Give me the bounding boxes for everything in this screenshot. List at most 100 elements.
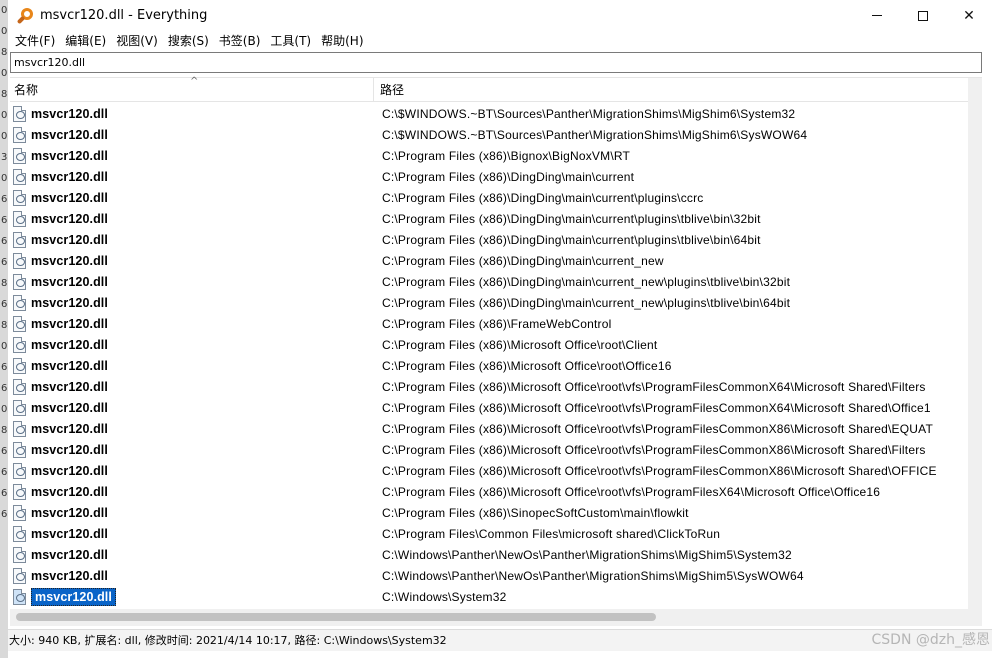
result-file-name: msvcr120.dll [31,547,108,562]
result-path-cell[interactable]: C:\Windows\Panther\NewOs\Panther\Migrati… [374,569,968,583]
result-path-cell[interactable]: C:\Program Files (x86)\Microsoft Office\… [374,401,968,415]
result-row[interactable]: msvcr120.dll C:\Program Files (x86)\DingD… [10,166,968,187]
menu-item[interactable]: 书签(B) [214,31,266,51]
result-path-cell[interactable]: C:\Program Files (x86)\DingDing\main\cur… [374,254,968,268]
result-row[interactable]: msvcr120.dll C:\Program Files (x86)\Micro… [10,376,968,397]
result-row[interactable]: msvcr120.dll C:\Program Files (x86)\Micro… [10,334,968,355]
result-path-cell[interactable]: C:\Windows\Panther\NewOs\Panther\Migrati… [374,548,968,562]
close-icon: ✕ [963,7,975,24]
result-row[interactable]: msvcr120.dll C:\Program Files (x86)\Micro… [10,355,968,376]
result-name-cell[interactable]: msvcr120.dll [10,418,374,439]
result-name-cell[interactable]: msvcr120.dll [10,271,374,292]
dll-file-icon [13,294,26,311]
menu-item[interactable]: 搜索(S) [163,31,214,51]
result-row[interactable]: msvcr120.dll C:\Program Files (x86)\DingD… [10,187,968,208]
result-path-cell[interactable]: C:\Program Files (x86)\DingDing\main\cur… [374,275,968,289]
close-button[interactable]: ✕ [946,0,992,31]
minimize-button[interactable] [854,0,900,31]
result-file-name: msvcr120.dll [31,358,108,373]
result-path-cell[interactable]: C:\Program Files (x86)\SinopecSoftCustom… [374,506,968,520]
result-name-cell[interactable]: msvcr120.dll [10,586,374,607]
menu-item[interactable]: 文件(F) [10,31,60,51]
result-path-cell[interactable]: C:\Program Files (x86)\Microsoft Office\… [374,443,968,457]
result-row[interactable]: msvcr120.dll C:\Program Files (x86)\Micro… [10,481,968,502]
result-row[interactable]: msvcr120.dll C:\Program Files (x86)\Bigno… [10,145,968,166]
horizontal-scrollbar[interactable] [10,609,982,626]
result-path-cell[interactable]: C:\Program Files (x86)\Microsoft Office\… [374,338,968,352]
result-name-cell[interactable]: msvcr120.dll [10,292,374,313]
result-path-cell[interactable]: C:\Program Files (x86)\Microsoft Office\… [374,485,968,499]
result-row[interactable]: msvcr120.dll C:\Program Files (x86)\DingD… [10,292,968,313]
menu-item[interactable]: 视图(V) [111,31,163,51]
result-row[interactable]: msvcr120.dll C:\Program Files (x86)\DingD… [10,229,968,250]
result-row[interactable]: msvcr120.dll C:\$WINDOWS.~BT\Sources\Pant… [10,124,968,145]
result-path-cell[interactable]: C:\$WINDOWS.~BT\Sources\Panther\Migratio… [374,128,968,142]
result-name-cell[interactable]: msvcr120.dll [10,502,374,523]
result-row[interactable]: msvcr120.dll C:\Program Files (x86)\DingD… [10,271,968,292]
result-name-cell[interactable]: msvcr120.dll [10,376,374,397]
result-path-cell[interactable]: C:\Program Files (x86)\Bignox\BigNoxVM\R… [374,149,968,163]
result-row[interactable]: msvcr120.dll C:\Program Files (x86)\DingD… [10,250,968,271]
menu-item[interactable]: 工具(T) [265,31,316,51]
result-path-cell[interactable]: C:\Program Files (x86)\Microsoft Office\… [374,380,968,394]
result-row-selected[interactable]: msvcr120.dll C:\Windows\System32 [10,586,968,607]
result-name-cell[interactable]: msvcr120.dll [10,523,374,544]
result-name-cell[interactable]: msvcr120.dll [10,103,374,124]
result-name-cell[interactable]: msvcr120.dll [10,460,374,481]
search-input[interactable] [14,53,981,72]
horizontal-scrollbar-thumb[interactable] [16,613,656,621]
vertical-scrollbar[interactable] [968,78,982,609]
result-name-cell[interactable]: msvcr120.dll [10,544,374,565]
background-digit: 6 [1,215,8,226]
result-path-cell[interactable]: C:\Program Files (x86)\DingDing\main\cur… [374,170,968,184]
result-row[interactable]: msvcr120.dll C:\Windows\Panther\NewOs\Pan… [10,565,968,586]
result-row[interactable]: msvcr120.dll C:\Program Files (x86)\Micro… [10,460,968,481]
result-name-cell[interactable]: msvcr120.dll [10,313,374,334]
result-name-cell[interactable]: msvcr120.dll [10,229,374,250]
result-name-cell[interactable]: msvcr120.dll [10,355,374,376]
result-name-cell[interactable]: msvcr120.dll [10,208,374,229]
result-path-cell[interactable]: C:\Program Files (x86)\DingDing\main\cur… [374,191,968,205]
result-name-cell[interactable]: msvcr120.dll [10,166,374,187]
result-name-cell[interactable]: msvcr120.dll [10,145,374,166]
result-name-cell[interactable]: msvcr120.dll [10,187,374,208]
result-row[interactable]: msvcr120.dll C:\Program Files (x86)\Frame… [10,313,968,334]
result-name-cell[interactable]: msvcr120.dll [10,250,374,271]
result-row[interactable]: msvcr120.dll C:\Program Files (x86)\Micro… [10,418,968,439]
result-path-cell[interactable]: C:\Program Files (x86)\DingDing\main\cur… [374,296,968,310]
result-name-cell[interactable]: msvcr120.dll [10,481,374,502]
result-row[interactable]: msvcr120.dll C:\$WINDOWS.~BT\Sources\Pant… [10,103,968,124]
result-row[interactable]: msvcr120.dll C:\Program Files (x86)\Micro… [10,439,968,460]
menu-item[interactable]: 帮助(H) [316,31,368,51]
maximize-button[interactable] [900,0,946,31]
result-path-cell[interactable]: C:\Program Files (x86)\Microsoft Office\… [374,359,968,373]
title-bar[interactable]: msvcr120.dll - Everything ✕ [8,0,992,31]
column-header-name[interactable]: ^ 名称 [10,76,374,102]
menu-item[interactable]: 编辑(E) [60,31,111,51]
result-path-cell[interactable]: C:\Program Files (x86)\DingDing\main\cur… [374,212,968,226]
result-path-cell[interactable]: C:\Windows\System32 [374,590,968,604]
result-row[interactable]: msvcr120.dll C:\Program Files (x86)\DingD… [10,208,968,229]
result-path-cell[interactable]: C:\$WINDOWS.~BT\Sources\Panther\Migratio… [374,107,968,121]
result-name-cell[interactable]: msvcr120.dll [10,397,374,418]
search-box[interactable] [10,52,982,73]
result-path-cell[interactable]: C:\Program Files (x86)\FrameWebControl [374,317,968,331]
result-name-cell[interactable]: msvcr120.dll [10,439,374,460]
result-row[interactable]: msvcr120.dll C:\Windows\Panther\NewOs\Pan… [10,544,968,565]
result-path-cell[interactable]: C:\Program Files\Common Files\microsoft … [374,527,968,541]
result-row[interactable]: msvcr120.dll C:\Program Files (x86)\Sinop… [10,502,968,523]
result-row[interactable]: msvcr120.dll C:\Program Files\Common File… [10,523,968,544]
result-file-name: msvcr120.dll [31,295,108,310]
result-name-cell[interactable]: msvcr120.dll [10,124,374,145]
background-digit: 8 [1,425,8,436]
result-row[interactable]: msvcr120.dll C:\Program Files (x86)\Micro… [10,397,968,418]
result-path-cell[interactable]: C:\Program Files (x86)\Microsoft Office\… [374,422,968,436]
column-header-name-label: 名称 [14,83,39,97]
column-header-path[interactable]: 路径 [374,78,968,102]
result-file-name: msvcr120.dll [31,505,108,520]
result-path-cell[interactable]: C:\Program Files (x86)\Microsoft Office\… [374,464,968,478]
result-path-cell[interactable]: C:\Program Files (x86)\DingDing\main\cur… [374,233,968,247]
background-digit: 6 [1,488,8,499]
result-name-cell[interactable]: msvcr120.dll [10,565,374,586]
result-name-cell[interactable]: msvcr120.dll [10,334,374,355]
